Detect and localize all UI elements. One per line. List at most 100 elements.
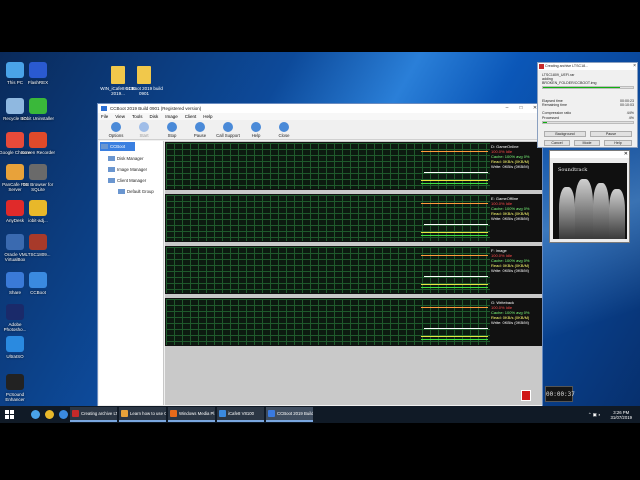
app-pinned[interactable] bbox=[56, 406, 70, 423]
album-title: Soundtrack bbox=[558, 167, 588, 173]
maximize-button[interactable]: □ bbox=[514, 104, 528, 113]
taskbar-task[interactable]: Windows Media Pl... bbox=[168, 407, 215, 422]
graph-line bbox=[421, 339, 488, 340]
help-button[interactable]: Help bbox=[244, 120, 268, 138]
pause-button[interactable]: Pause bbox=[590, 131, 632, 137]
window-titlebar[interactable]: CCBoot 2019 Build 0901 (Registered versi… bbox=[98, 104, 542, 113]
desktop-icon[interactable]: UltraISO bbox=[0, 336, 33, 359]
graph-line bbox=[424, 328, 488, 329]
close-icon[interactable]: ✕ bbox=[624, 151, 628, 158]
desktop-icon[interactable]: LTSC1809... bbox=[20, 234, 56, 257]
tree-item-ccboot[interactable]: CCBoot bbox=[100, 142, 135, 151]
tree-item-label: CCBoot bbox=[110, 144, 126, 149]
options-icon bbox=[111, 122, 121, 132]
recording-timer: 00:00:37 bbox=[545, 386, 575, 402]
desktop-icon[interactable]: PcSound Enhancer bbox=[0, 374, 33, 402]
menu-client[interactable]: Client bbox=[185, 113, 197, 120]
tree-item-disk-manager[interactable]: Disk Manager bbox=[107, 154, 144, 163]
mode-button[interactable]: Mode bbox=[574, 140, 600, 146]
background-button[interactable]: Background bbox=[544, 131, 586, 137]
tree-item-client-manager[interactable]: Client Manager bbox=[107, 176, 146, 185]
pause-button[interactable]: Pause bbox=[188, 120, 212, 138]
start-icon bbox=[139, 122, 149, 132]
menu-view[interactable]: View bbox=[115, 113, 125, 120]
toolbar-label: Close bbox=[278, 133, 290, 138]
desktop-icon[interactable]: Adobe Photosho... bbox=[0, 304, 33, 332]
desktop-icon[interactable]: FlashREX bbox=[20, 62, 56, 85]
desktop-file-ccboot[interactable]: CCBoot 2019 build 0901 bbox=[124, 66, 164, 96]
menu-help[interactable]: Help bbox=[203, 113, 212, 120]
call-support-button[interactable]: Call Support bbox=[216, 120, 240, 138]
stop-button[interactable]: Stop bbox=[160, 120, 184, 138]
clock-time: 3:26 PM bbox=[613, 409, 630, 415]
disk-activity-graph bbox=[166, 247, 490, 293]
disk-pane: E: GameOffline 100.0% Idle Cache: 100% avg… bbox=[165, 194, 542, 242]
desktop-icon[interactable]: iobit-adj... bbox=[20, 200, 56, 223]
taskbar-task[interactable]: CCBoot 2019 Build ... bbox=[266, 407, 313, 422]
folder-pinned[interactable] bbox=[42, 406, 56, 423]
menu-image[interactable]: Image bbox=[165, 113, 178, 120]
popup-titlebar[interactable]: ✕ bbox=[550, 151, 629, 158]
desktop-icon-label: FlashREX bbox=[27, 80, 49, 85]
close-icon[interactable]: × bbox=[633, 63, 636, 70]
winrar-icon bbox=[539, 64, 544, 69]
taskbar-task[interactable]: iCafe8 V8100 bbox=[217, 407, 264, 422]
tree-item-label: Client Manager bbox=[117, 178, 147, 183]
start-button[interactable] bbox=[0, 406, 18, 423]
archive-current-file: BROKEN_FOLDER/CCBOOT.img bbox=[542, 81, 597, 85]
minimize-button[interactable]: – bbox=[500, 104, 514, 113]
windows-logo-icon bbox=[5, 410, 9, 414]
cancel-button[interactable]: Cancel bbox=[544, 140, 570, 146]
disk-activity-graph bbox=[166, 299, 490, 345]
graph-line bbox=[421, 183, 488, 184]
call-support-icon bbox=[223, 122, 233, 132]
desktop-icon[interactable]: DB Browser for SQLite bbox=[20, 164, 56, 192]
taskbar-task[interactable]: Learn how to use C... bbox=[119, 407, 166, 422]
tree-item-default-group[interactable]: Default Group bbox=[117, 187, 154, 196]
help-icon bbox=[251, 122, 261, 132]
desktop-icon[interactable]: IObit Uninstaller bbox=[20, 98, 56, 121]
help-button[interactable]: Help bbox=[604, 140, 632, 146]
desktop-icon[interactable]: CCBoot bbox=[20, 272, 56, 295]
menu-file[interactable]: File bbox=[101, 113, 108, 120]
remaining-value: 00:10:03 bbox=[620, 103, 634, 107]
letterbox-top bbox=[0, 0, 640, 52]
menu-disk[interactable]: Disk bbox=[149, 113, 158, 120]
file-explorer-pinned[interactable] bbox=[28, 406, 42, 423]
pause-icon bbox=[195, 122, 205, 132]
graph-line bbox=[421, 287, 488, 288]
tree-item-image-manager[interactable]: Image Manager bbox=[107, 165, 147, 174]
remaining-label: Remaining time bbox=[542, 103, 567, 107]
desktop-icon[interactable]: Screen Recorder bbox=[20, 132, 56, 155]
folder-icon bbox=[108, 178, 115, 183]
task-app-icon bbox=[72, 410, 79, 417]
folder-icon bbox=[108, 156, 115, 161]
app-icon bbox=[59, 410, 68, 419]
archive-titlebar[interactable]: Creating archive LTSC18... × bbox=[538, 63, 637, 70]
desktop-icon-label: UltraISO bbox=[6, 354, 24, 359]
task-label: Learn how to use C... bbox=[130, 411, 166, 416]
taskbar-task[interactable]: Creating archive LT... bbox=[70, 407, 117, 422]
graph-line bbox=[421, 307, 488, 308]
disk-pane: D: GameOnline 100.0% Idle Cache: 100% avg … bbox=[165, 142, 542, 190]
archive-title: Creating archive LTSC18... bbox=[545, 64, 589, 68]
graph-line bbox=[421, 255, 488, 256]
disk-write: Write: 0KB/s (0KB/M) bbox=[491, 164, 529, 169]
screen: This PC Recycle Bin Google Chrome PanCafe P… bbox=[0, 0, 640, 480]
disk-write: Write: 0KB/s (0KB/M) bbox=[491, 216, 529, 221]
app-icon bbox=[29, 164, 47, 180]
tray-icons[interactable]: ⌃ ▣ ◗ bbox=[588, 412, 601, 418]
stop-icon bbox=[167, 122, 177, 132]
app-icon bbox=[29, 132, 47, 148]
record-stop-button[interactable] bbox=[521, 390, 531, 401]
clock[interactable]: 3:26 PM 31/07/2019 bbox=[606, 410, 640, 420]
desktop-icon-label: DB Browser for SQLite bbox=[22, 182, 54, 192]
toolbar-label: Options bbox=[108, 133, 124, 138]
graph-line bbox=[424, 172, 488, 173]
menu-tools[interactable]: Tools bbox=[132, 113, 143, 120]
folder-icon bbox=[101, 144, 108, 149]
tree-item-label: Default Group bbox=[127, 189, 154, 194]
close-button[interactable]: Close bbox=[272, 120, 296, 138]
options-button[interactable]: Options bbox=[104, 120, 128, 138]
disk-activity-graph bbox=[166, 195, 490, 241]
